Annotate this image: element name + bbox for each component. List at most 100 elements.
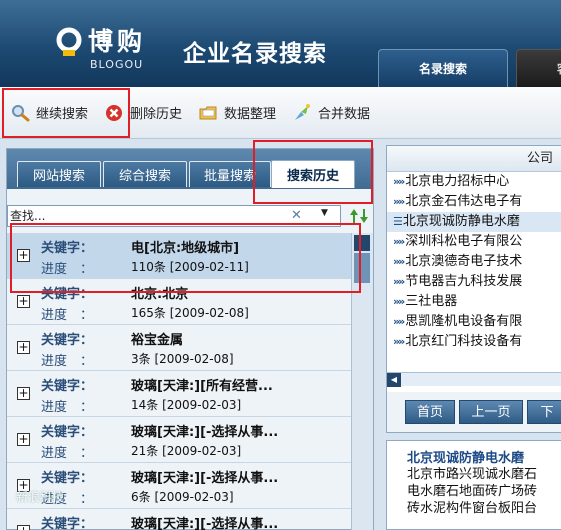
tab-batch-search[interactable]: 批量搜索	[189, 161, 271, 187]
company-list-item[interactable]: »» 北京红门科技设备有	[387, 332, 561, 352]
double-chevron-icon: »»	[393, 315, 405, 328]
double-chevron-icon: »»	[393, 175, 405, 188]
toolbar: 继续搜索 删除历史 数据整理 合并数据	[0, 87, 561, 139]
expand-plus-icon[interactable]: +	[17, 341, 30, 354]
merge-icon	[295, 103, 311, 120]
detail-line: 砖水泥构件窗台板阳台	[407, 501, 538, 516]
delete-history-label: 删除历史	[130, 107, 183, 122]
expand-plus-icon[interactable]: +	[17, 249, 30, 262]
expand-plus-icon[interactable]: +	[17, 525, 30, 530]
company-list-item[interactable]: »» 北京澳德奇电子技术	[387, 252, 561, 272]
keyword-value: 北京:北京	[131, 287, 189, 302]
dropdown-arrow-icon[interactable]: ▼	[321, 208, 328, 218]
results-hscrollbar[interactable]: ◀	[387, 372, 561, 387]
scroll-thumb[interactable]	[354, 253, 370, 283]
company-name: 北京现诚防静电水磨	[402, 214, 520, 229]
company-name: 北京金石伟达电子有	[405, 194, 523, 209]
scroll-up-icon[interactable]	[354, 235, 370, 251]
merge-data-label: 合并数据	[318, 107, 371, 122]
detail-line: 电水磨石地面砖广场砖	[407, 484, 538, 499]
keyword-label: 关键字：	[41, 241, 94, 256]
history-row[interactable]: + 关键字： 玻璃[天津:][-选择从事... 进度 ： 21条 [2009-02-03…	[7, 417, 351, 463]
continue-search-label: 继续搜索	[36, 107, 89, 122]
history-scrollbar[interactable]	[351, 233, 373, 530]
detail-title: 北京现诚防静电水磨	[407, 451, 525, 466]
progress-label: 进度 ：	[41, 354, 94, 369]
double-chevron-icon: »»	[393, 195, 405, 208]
pager: 首页 上一页 下	[387, 392, 561, 432]
continue-search-button[interactable]: 继续搜索	[10, 98, 88, 128]
keyword-label: 关键字：	[41, 425, 94, 440]
double-chevron-icon: »»	[393, 295, 405, 308]
company-name: 北京电力招标中心	[405, 174, 510, 189]
data-organize-label: 数据整理	[224, 107, 277, 122]
detail-line: 北京市路兴现诚水磨石	[407, 467, 538, 482]
company-detail: 北京现诚防静电水磨 北京市路兴现诚水磨石 电水磨石地面砖广场砖 砖水泥构件窗台板…	[386, 440, 561, 530]
tab-customer[interactable]: 客	[516, 49, 561, 87]
history-filter: 查找... ✕ ▼	[7, 205, 373, 227]
company-list-item[interactable]: »» 北京电力招标中心	[387, 172, 561, 192]
company-list-item[interactable]: »» 节电器吉九科技发展	[387, 272, 561, 292]
progress-label: 进度 ：	[41, 400, 94, 415]
sort-arrows-icon[interactable]	[349, 207, 369, 225]
keyword-value: 玻璃[天津:][所有经营...	[131, 379, 273, 394]
keyword-value: 电[北京:地级城市]	[131, 241, 240, 256]
progress-value: 6条 [2009-02-03]	[131, 490, 234, 504]
keyword-label: 关键字：	[41, 471, 94, 486]
results-panel: 公司 »» 北京电力招标中心»» 北京金石伟达电子有 ☰ 北京现诚防静电水磨»» 深圳科松…	[386, 145, 561, 433]
progress-label: 进度 ：	[41, 446, 94, 461]
double-chevron-icon: »»	[393, 255, 405, 268]
first-page-button[interactable]: 首页	[405, 400, 455, 424]
history-row[interactable]: + 关键字： 裕宝金属 进度 ： 3条 [2009-02-08]	[7, 325, 351, 371]
folder-icon	[199, 106, 217, 119]
double-chevron-icon: »»	[393, 235, 405, 248]
company-list-item[interactable]: »» 深圳科松电子有限公	[387, 232, 561, 252]
history-row[interactable]: + 关键字： 电[北京:地级城市] 进度 ： 110条 [2009-02-11]	[7, 233, 351, 279]
expand-plus-icon[interactable]: +	[17, 387, 30, 400]
history-row[interactable]: + 关键字： 玻璃[天津:][-选择从事...	[7, 509, 351, 530]
expand-plus-icon[interactable]: +	[17, 433, 30, 446]
search-mode-tabs: 网站搜索 综合搜索 批量搜索 搜索历史	[7, 149, 373, 189]
company-list-item[interactable]: »» 北京金石伟达电子有	[387, 192, 561, 212]
clear-icon[interactable]: ✕	[291, 208, 302, 223]
progress-label: 进度 ：	[41, 262, 94, 277]
history-row[interactable]: + 关键字： 玻璃[天津:][所有经营... 进度 ： 14条 [2009-02-03]	[7, 371, 351, 417]
delete-x-icon	[106, 104, 123, 121]
keyword-label: 关键字：	[41, 287, 94, 302]
company-name: 北京红门科技设备有	[405, 334, 523, 349]
selected-row-icon: ☰	[393, 215, 403, 228]
tab-search-history[interactable]: 搜索历史	[271, 160, 355, 188]
double-chevron-icon: »»	[393, 275, 405, 288]
logo-icon	[56, 27, 82, 56]
next-page-button[interactable]: 下	[527, 400, 561, 424]
company-list-item[interactable]: »» 思凯隆机电设备有限	[387, 312, 561, 332]
prev-page-button[interactable]: 上一页	[459, 400, 523, 424]
company-list-item[interactable]: ☰ 北京现诚防静电水磨	[387, 212, 561, 232]
results-column-header: 公司	[387, 146, 561, 172]
progress-value: 165条 [2009-02-08]	[131, 306, 249, 320]
progress-value: 14条 [2009-02-03]	[131, 398, 242, 412]
keyword-label: 关键字：	[41, 379, 94, 394]
company-list-item[interactable]: »» 三社电器	[387, 292, 561, 312]
company-name: 三社电器	[405, 294, 458, 309]
keyword-value: 玻璃[天津:][-选择从事...	[131, 471, 279, 486]
data-organize-button[interactable]: 数据整理	[198, 98, 276, 128]
double-chevron-icon: »»	[393, 335, 405, 348]
scroll-left-icon[interactable]: ◀	[387, 373, 401, 387]
delete-history-button[interactable]: 删除历史	[104, 98, 182, 128]
tab-combined-search[interactable]: 综合搜索	[103, 161, 187, 187]
keyword-label: 关键字：	[41, 333, 94, 348]
logo-subtext: BLOGOU	[90, 58, 144, 71]
expand-plus-icon[interactable]: +	[17, 295, 30, 308]
history-row[interactable]: + 关键字： 北京:北京 进度 ： 165条 [2009-02-08]	[7, 279, 351, 325]
app-header: 博购 BLOGOU 企业名录搜索 名录搜索 客	[0, 0, 561, 87]
watermark: 新浪科技	[16, 490, 65, 504]
tab-directory-search[interactable]: 名录搜索	[378, 49, 508, 87]
tab-site-search[interactable]: 网站搜索	[17, 161, 101, 187]
keyword-value: 玻璃[天津:][-选择从事...	[131, 517, 279, 530]
merge-data-button[interactable]: 合并数据	[292, 98, 370, 128]
progress-value: 21条 [2009-02-03]	[131, 444, 242, 458]
progress-value: 3条 [2009-02-08]	[131, 352, 234, 366]
company-name: 思凯隆机电设备有限	[405, 314, 523, 329]
company-name: 深圳科松电子有限公	[405, 234, 523, 249]
